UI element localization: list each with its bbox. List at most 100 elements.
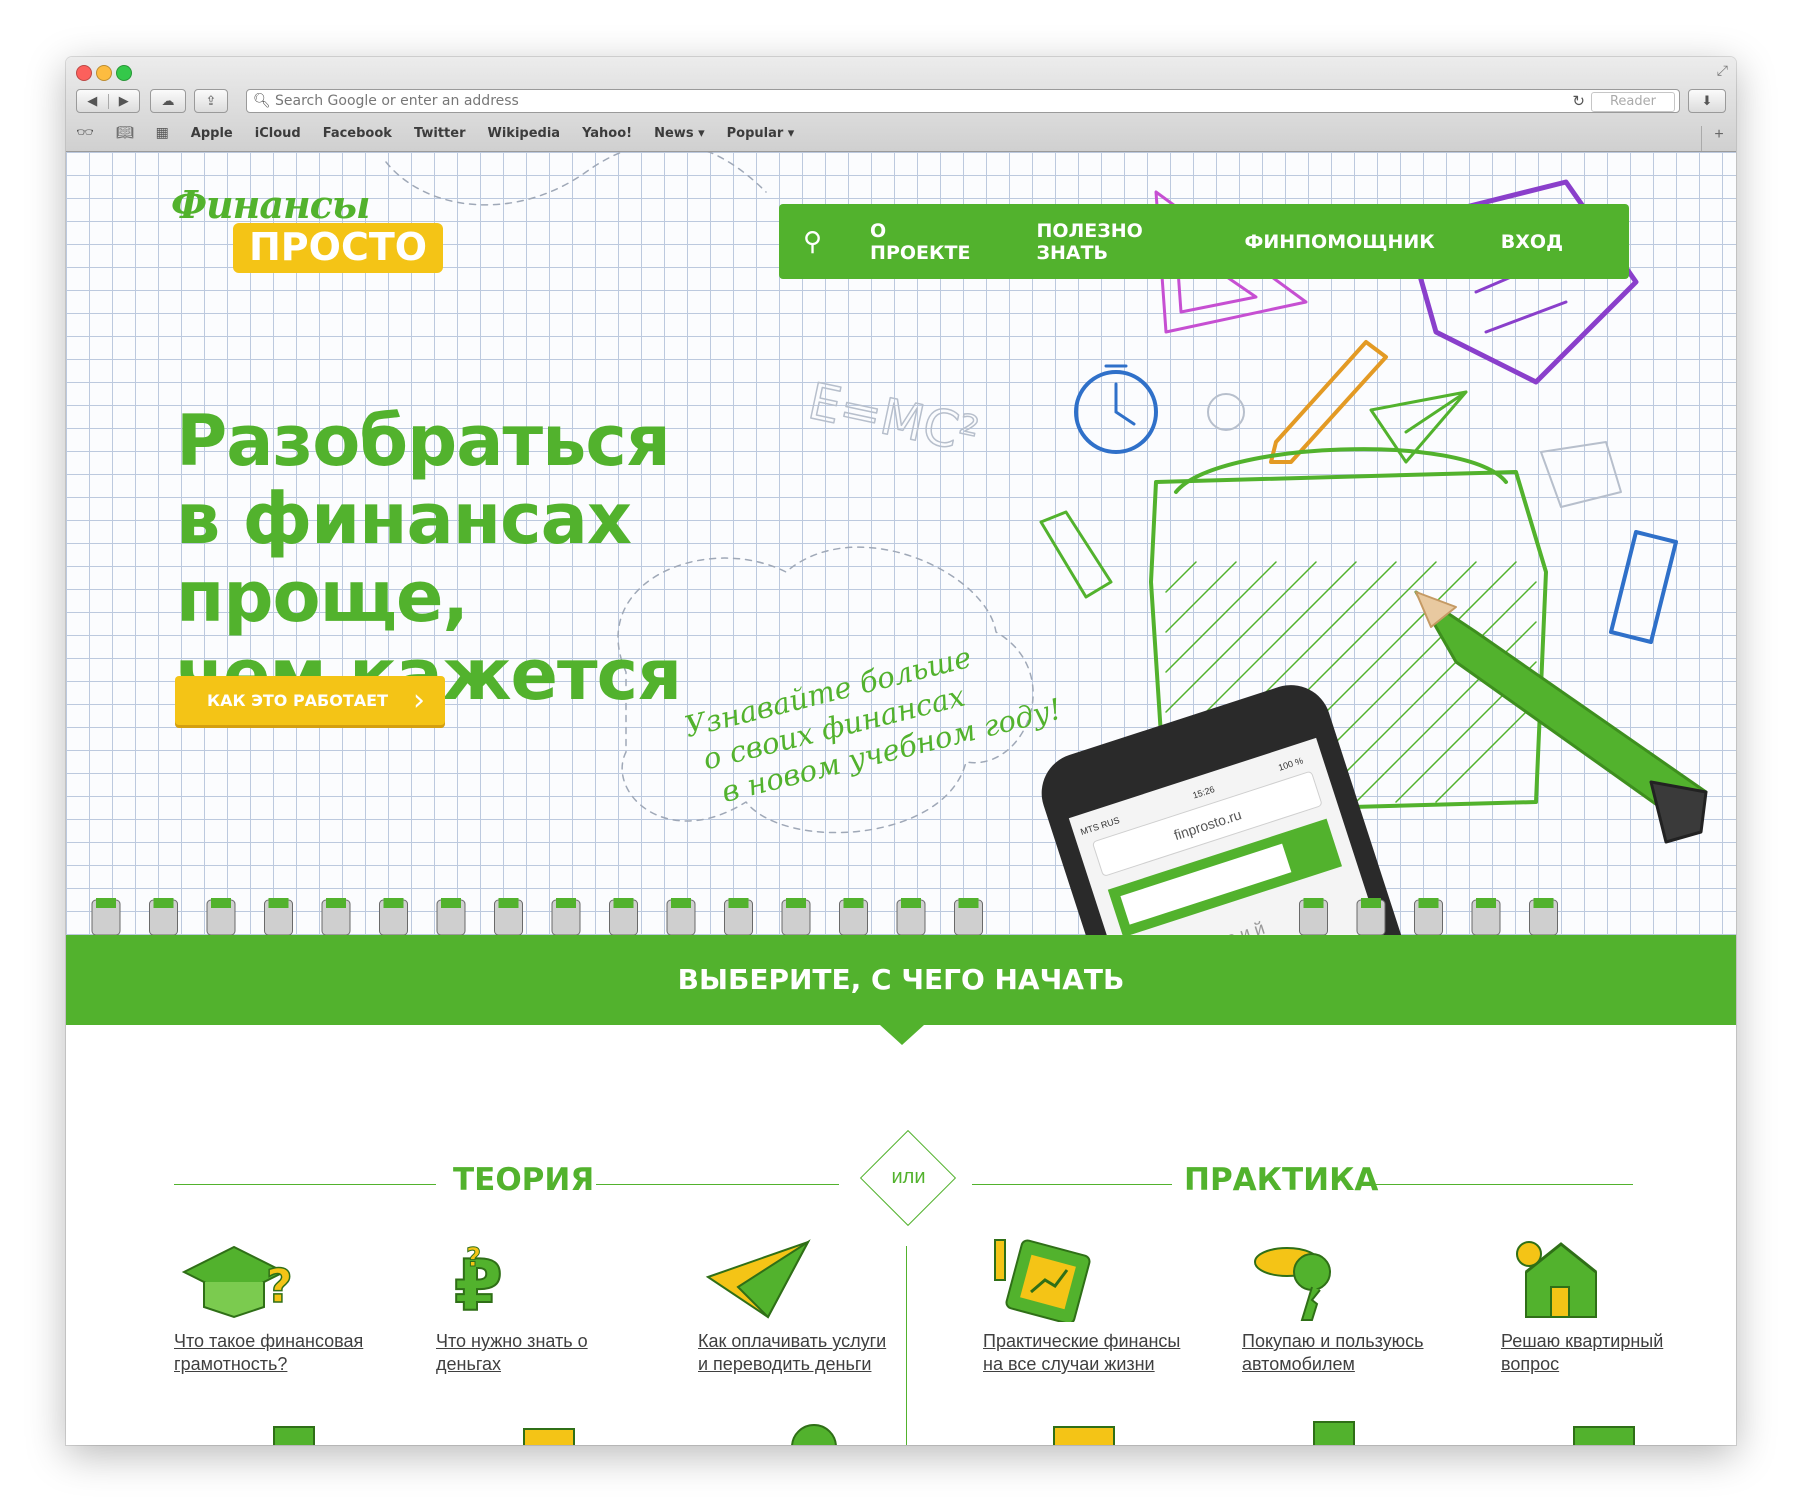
spiral-ring-tab (901, 898, 921, 908)
theory-title: ТЕОРИЯ (453, 1162, 595, 1198)
card-link[interactable]: Решаю квартирный вопрос (1501, 1330, 1701, 1376)
next-row-icons (273, 1421, 1635, 1445)
spiral-ring-tab (96, 898, 116, 908)
card-link[interactable]: Что нужно знать о деньгах (436, 1330, 636, 1376)
back-button[interactable]: ◀ (77, 93, 109, 109)
spiral-ring-tab (498, 898, 519, 908)
browser-window: ⤢ ◀▶ ☁ ⇪ 🔍︎ ↻ Reader ⬇ 👓︎ 📖︎ ▦ Apple iCl… (66, 57, 1736, 1445)
band-pointer (880, 1025, 924, 1045)
car-key-icon (1254, 1247, 1331, 1321)
download-icon: ⬇ (1701, 93, 1713, 109)
menu-item-about[interactable]: О ПРОЕКТЕ (870, 220, 970, 264)
back-forward-buttons: ◀ ▶ (76, 89, 140, 113)
spiral-ring-tab (383, 898, 404, 908)
reader-button[interactable]: Reader (1591, 92, 1675, 112)
main-menu: ⚲ О ПРОЕКТЕ ПОЛЕЗНО ЗНАТЬ ФИНПОМОЩНИК ВХ… (779, 204, 1629, 279)
bookmark-icloud[interactable]: iCloud (255, 126, 301, 141)
browser-toolbar: ⤢ ◀▶ ☁ ⇪ 🔍︎ ↻ Reader ⬇ 👓︎ 📖︎ ▦ Apple iCl… (66, 57, 1736, 152)
search-icon: 🔍︎ (253, 92, 271, 108)
pencil-doodle (1269, 340, 1388, 464)
spiral-ring-tab (153, 898, 174, 908)
reload-icon[interactable]: ↻ (1572, 92, 1585, 110)
divider-line (596, 1184, 839, 1185)
spiral-ring-tab (556, 898, 576, 908)
forward-button[interactable]: ▶ (109, 94, 140, 109)
bookmark-yahoo[interactable]: Yahoo! (582, 126, 632, 141)
graduation-cap-icon: ? (181, 1245, 293, 1319)
sun-doodle (1207, 393, 1245, 431)
divider-line (1369, 1184, 1633, 1185)
chevron-right-icon: › (413, 683, 425, 718)
spiral-ring-tab (671, 898, 691, 908)
top-sites-icon[interactable]: ▦ (156, 125, 169, 141)
tube-doodle (1039, 510, 1113, 599)
card-link[interactable]: Покупаю и пользуюсь автомобилем (1242, 1330, 1442, 1376)
card-practical-finance[interactable]: Практические финансы на все случаи жизни (983, 1232, 1183, 1376)
card-housing[interactable]: Решаю квартирный вопрос (1501, 1232, 1701, 1376)
bookmark-wikipedia[interactable]: Wikipedia (488, 126, 561, 141)
site-logo[interactable]: Финансы ПРОСТО (171, 182, 444, 273)
menu-item-useful[interactable]: ПОЛЕЗНО ЗНАТЬ (1036, 220, 1178, 264)
tablet-chart-icon (994, 1239, 1091, 1322)
how-it-works-button[interactable]: КАК ЭТО РАБОТАЕТ › (175, 676, 445, 725)
spiral-ring-tab (441, 898, 461, 908)
spiral-ring-tab (958, 898, 979, 908)
downloads-button[interactable]: ⬇ (1688, 89, 1726, 113)
card-link[interactable]: Что такое финансовая грамотность? (174, 1330, 374, 1376)
cloud-icon: ☁ (161, 93, 175, 109)
bookmark-apple[interactable]: Apple (191, 126, 233, 141)
menu-item-login[interactable]: ВХОД (1501, 231, 1563, 253)
logo-line1: Финансы (171, 182, 371, 227)
search-icon[interactable]: ⚲ (803, 226, 822, 257)
card-money-basics[interactable]: ₽ ? Что нужно знать о деньгах (436, 1232, 636, 1376)
spiral-ring-tab (1476, 898, 1496, 908)
dashed-doodle-path (385, 152, 767, 206)
spiral-ring-tab (613, 898, 634, 908)
ruble-question-icon: ₽ ? (453, 1243, 504, 1323)
web-page: E=MC² finprosto.ru MTS RUS 15:26 100 % Ф… (66, 152, 1736, 1445)
small-book-doodle (1540, 441, 1622, 508)
card-link[interactable]: Практические финансы на все случаи жизни (983, 1330, 1183, 1376)
divider-line (972, 1184, 1172, 1185)
spiral-ring-tab (1361, 898, 1381, 908)
address-bar[interactable]: 🔍︎ ↻ Reader (246, 89, 1680, 113)
card-link[interactable]: Как оплачивать услуги и переводить деньг… (698, 1330, 898, 1376)
minimize-window-button[interactable] (96, 65, 112, 81)
bookmark-news-menu[interactable]: News ▾ (654, 126, 705, 141)
svg-text:?: ? (266, 1259, 293, 1313)
reading-list-icon[interactable]: 👓︎ (76, 125, 94, 141)
icloud-tabs-button[interactable]: ☁ (150, 89, 186, 113)
cta-label: КАК ЭТО РАБОТАЕТ (207, 691, 388, 710)
bookmark-facebook[interactable]: Facebook (323, 126, 392, 141)
bookmarks-icon[interactable]: 📖︎ (116, 125, 134, 141)
spiral-ring-tab (211, 898, 231, 908)
paper-plane-icon (705, 1239, 811, 1319)
card-payments[interactable]: Как оплачивать услуги и переводить деньг… (698, 1232, 898, 1376)
hero-section: E=MC² finprosto.ru MTS RUS 15:26 100 % Ф… (66, 152, 1736, 935)
bookmark-twitter[interactable]: Twitter (414, 126, 466, 141)
house-icon (1516, 1241, 1597, 1318)
logo-line2: ПРОСТО (233, 223, 444, 273)
spiral-ring-tab (1303, 898, 1324, 908)
zoom-window-button[interactable] (116, 65, 132, 81)
svg-text:?: ? (466, 1243, 481, 1273)
new-tab-button[interactable]: + (1701, 126, 1736, 151)
choose-band: ВЫБЕРИТЕ, С ЧЕГО НАЧАТЬ (66, 935, 1736, 1025)
spiral-ring-tab (268, 898, 289, 908)
headline-line2: в финансах проще, (176, 478, 632, 638)
spiral-ring-tab (1418, 898, 1439, 908)
card-financial-literacy[interactable]: ? Что такое финансовая грамотность? (174, 1232, 374, 1376)
fullscreen-icon[interactable]: ⤢ (1717, 63, 1728, 79)
share-button[interactable]: ⇪ (194, 89, 228, 113)
card-car[interactable]: Покупаю и пользуюсь автомобилем (1242, 1232, 1442, 1376)
close-window-button[interactable] (76, 65, 92, 81)
headline-line1: Разобраться (176, 400, 671, 482)
phone-doodle (1609, 530, 1678, 644)
address-input[interactable] (275, 92, 1455, 110)
spiral-ring-tab (728, 898, 749, 908)
spiral-ring-tab (843, 898, 864, 908)
hero-headline: Разобраться в финансах проще, чем кажетс… (176, 402, 926, 714)
bookmark-popular-menu[interactable]: Popular ▾ (727, 126, 795, 141)
choose-title: ВЫБЕРИТЕ, С ЧЕГО НАЧАТЬ (677, 963, 1125, 996)
menu-item-finhelper[interactable]: ФИНПОМОЩНИК (1245, 231, 1435, 253)
